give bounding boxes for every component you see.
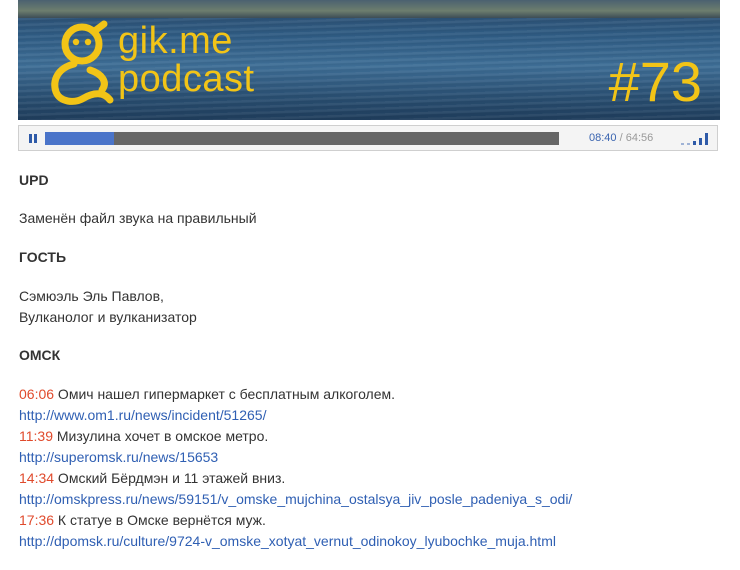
time-separator: / [616, 132, 626, 144]
timestamp-link[interactable]: 11:39 [19, 428, 53, 444]
total-time: 64:56 [625, 132, 654, 144]
podcast-banner: gik.me podcast #73 [18, 0, 720, 120]
episode-notes: UPD Заменён файл звука на правильный ГОС… [19, 170, 719, 552]
banner-hills [18, 0, 720, 18]
current-time: 08:40 [589, 132, 617, 144]
gikme-mascot-icon [51, 20, 114, 105]
news-url-link[interactable]: http://omskpress.ru/news/59151/v_omske_m… [19, 491, 572, 507]
section-heading-upd: UPD [19, 172, 49, 188]
news-item: 06:06 Омич нашел гипермаркет с бесплатны… [19, 384, 719, 405]
volume-bars-icon[interactable] [681, 132, 711, 145]
guest-line-2: Вулканолог и вулканизатор [19, 309, 197, 325]
brand-title: gik.me podcast [118, 22, 255, 98]
timestamp-link[interactable]: 14:34 [19, 470, 54, 486]
news-title: Омский Бёрдмэн и 11 этажей вниз. [54, 470, 286, 486]
time-readout: 08:40 / 64:56 [589, 132, 653, 145]
news-title: Омич нашел гипермаркет с бесплатным алко… [54, 386, 396, 402]
upd-text: Заменён файл звука на правильный [19, 210, 257, 226]
pause-icon[interactable] [29, 134, 38, 143]
news-title: Мизулина хочет в омское метро. [53, 428, 269, 444]
brand-line-2: podcast [118, 58, 255, 100]
brand-line-1: gik.me [118, 20, 233, 62]
news-title: К статуе в Омске вернётся муж. [54, 512, 266, 528]
section-heading-guest: ГОСТЬ [19, 249, 67, 265]
section-heading-omsk: ОМСК [19, 347, 61, 363]
news-url-link[interactable]: http://www.om1.ru/news/incident/51265/ [19, 407, 266, 423]
news-item: 11:39 Мизулина хочет в омское метро. [19, 426, 719, 447]
news-item: 17:36 К статуе в Омске вернётся муж. [19, 510, 719, 531]
news-url-link[interactable]: http://dpomsk.ru/culture/9724-v_omske_xo… [19, 533, 556, 549]
seek-bar[interactable] [45, 132, 559, 145]
news-url-link[interactable]: http://superomsk.ru/news/15653 [19, 449, 218, 465]
guest-line-1: Сэмюэль Эль Павлов, [19, 288, 164, 304]
seek-progress-fill [45, 132, 115, 145]
audio-player: 08:40 / 64:56 [18, 125, 718, 151]
episode-number: #73 [608, 50, 702, 113]
timestamp-link[interactable]: 06:06 [19, 386, 54, 402]
timestamp-link[interactable]: 17:36 [19, 512, 54, 528]
news-item: 14:34 Омский Бёрдмэн и 11 этажей вниз. [19, 468, 719, 489]
